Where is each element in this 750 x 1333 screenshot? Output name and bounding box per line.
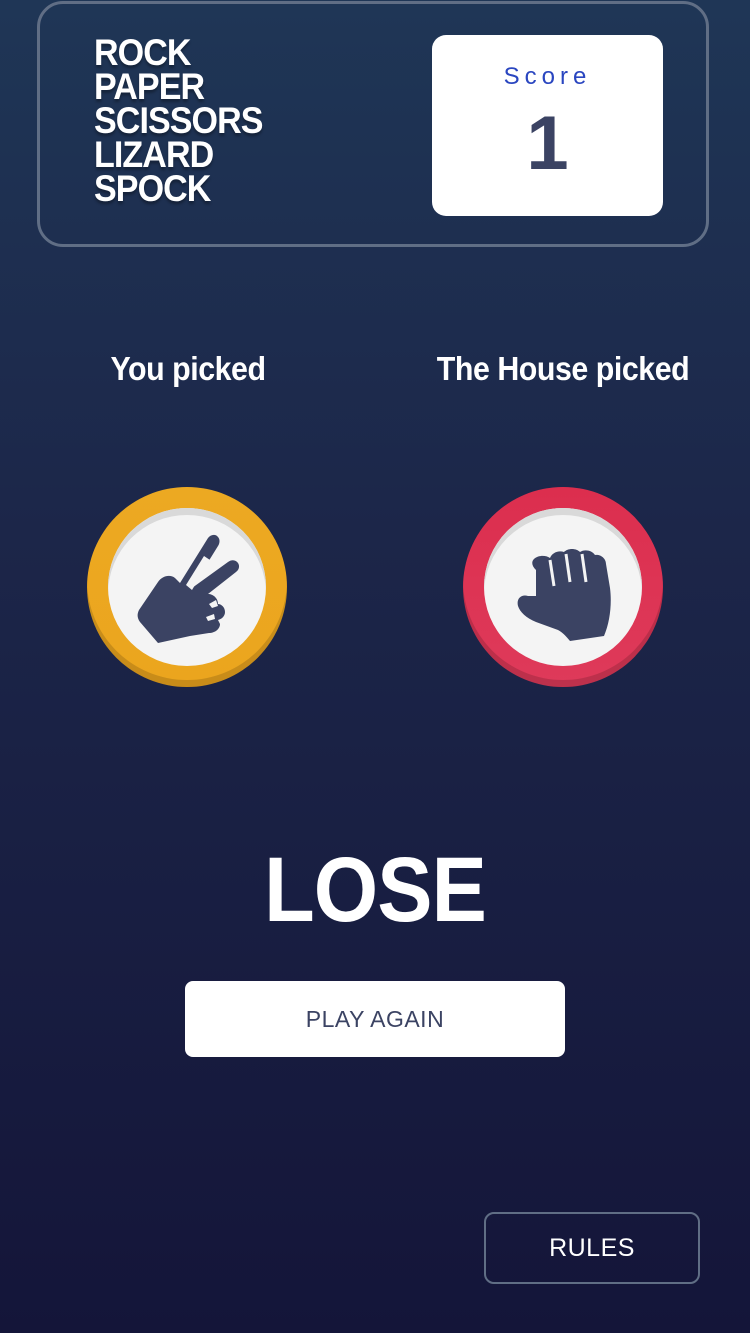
- score-box: Score 1: [432, 35, 663, 216]
- scissors-hand-icon: [137, 534, 240, 643]
- rock-fist-icon: [517, 549, 611, 641]
- result-text: LOSE: [264, 839, 487, 941]
- game-title: ROCK PAPER SCISSORS LIZARD SPOCK: [94, 32, 263, 209]
- house-pick-token-rock: [463, 487, 663, 687]
- you-picked-label: You picked: [110, 350, 266, 387]
- house-picked-label: The House picked: [436, 350, 690, 387]
- token-inner-house: [484, 508, 642, 666]
- token-inner-you: [108, 508, 266, 666]
- title-line-paper: PAPER: [94, 66, 205, 107]
- header: ROCK PAPER SCISSORS LIZARD SPOCK Score 1: [37, 1, 709, 247]
- score-value: 1: [526, 101, 569, 186]
- title-line-rock: ROCK: [94, 32, 191, 73]
- score-label: Score: [503, 63, 592, 90]
- title-line-lizard: LIZARD: [94, 134, 214, 175]
- play-again-button[interactable]: PLAY AGAIN: [185, 981, 565, 1057]
- rules-button[interactable]: RULES: [484, 1212, 700, 1284]
- title-line-spock: SPOCK: [94, 168, 211, 209]
- title-line-scissors: SCISSORS: [94, 100, 263, 141]
- your-pick-token-scissors: [87, 487, 287, 687]
